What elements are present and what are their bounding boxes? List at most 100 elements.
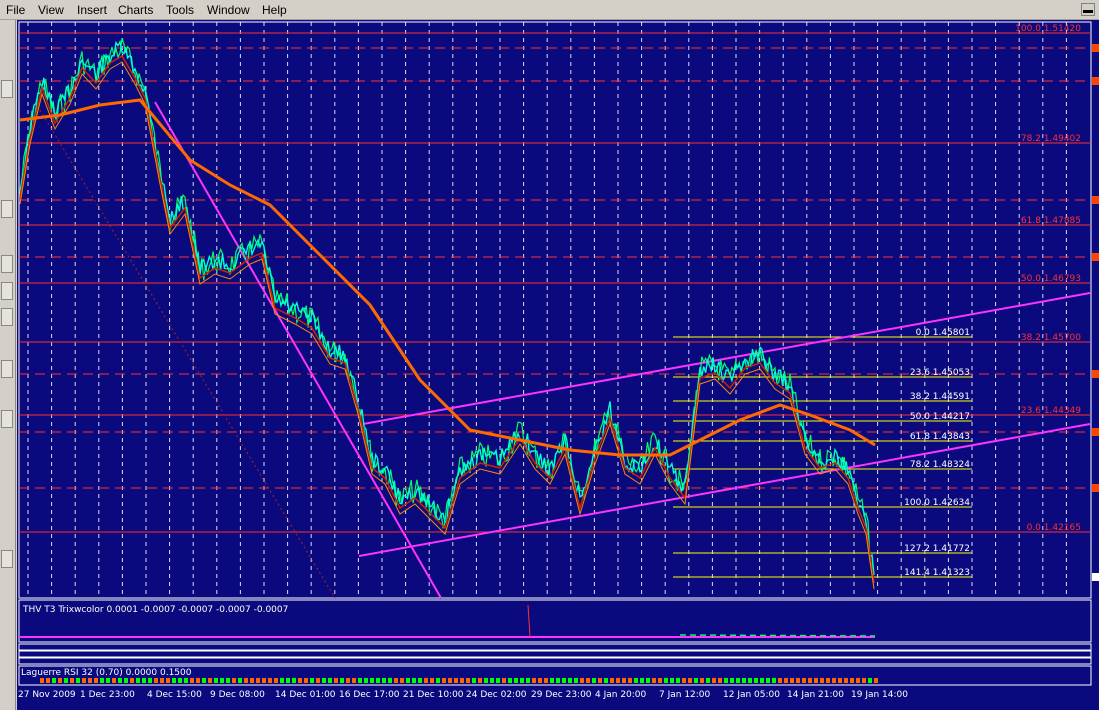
laguerre-bar [658,678,662,683]
laguerre-bar [46,678,50,683]
fib-level-label: 50.0 1.46793 [1021,274,1081,284]
laguerre-bar [634,678,638,683]
toolbar-button[interactable] [1,200,13,218]
laguerre-bar [376,678,380,683]
laguerre-bar [268,678,272,683]
menu-view[interactable]: View [38,3,64,17]
laguerre-bar [484,678,488,683]
fib-mid-label: 127.2 1.41772 [904,544,970,554]
laguerre-bar [532,678,536,683]
laguerre-bar [148,678,152,683]
laguerre-bar [724,678,728,683]
laguerre-bar [796,678,800,683]
laguerre-bar [490,678,494,683]
laguerre-bar [196,678,200,683]
laguerre-bar [832,678,836,683]
minimize-icon [1083,10,1093,13]
axis-marker [1092,484,1099,492]
laguerre-bar [784,678,788,683]
laguerre-bar [106,678,110,683]
laguerre-bar [118,678,122,683]
laguerre-bar [292,678,296,683]
laguerre-bar [142,678,146,683]
time-axis-label: 14 Dec 01:00 [275,690,336,700]
current-price-marker [1092,573,1099,581]
axis-marker [1092,44,1099,52]
laguerre-bar [748,678,752,683]
time-axis-label: 19 Jan 14:00 [851,690,908,700]
minimize-button[interactable] [1081,3,1095,16]
chart-window[interactable]: 100.0 1.51420 78.2 1.49402 61.8 1.47885 50.… [17,20,1099,710]
laguerre-bar [586,678,590,683]
menu-help[interactable]: Help [262,3,287,17]
time-axis-label: 24 Dec 02:00 [466,690,527,700]
laguerre-bar [460,678,464,683]
toolbar-button[interactable] [1,80,13,98]
laguerre-bar [328,678,332,683]
toolbar-button[interactable] [1,550,13,568]
laguerre-bar [694,678,698,683]
fib-mid-label: 50.0 1.44217 [910,412,970,422]
laguerre-bar [406,678,410,683]
laguerre-bar [274,678,278,683]
laguerre-bar [430,678,434,683]
laguerre-bar [214,678,218,683]
laguerre-bar [550,678,554,683]
laguerre-bar [424,678,428,683]
laguerre-bar [76,678,80,683]
laguerre-bar [610,678,614,683]
laguerre-bar [304,678,308,683]
laguerre-bar [808,678,812,683]
laguerre-bar [172,678,176,683]
toolbar-button[interactable] [1,360,13,378]
fib-level-label: 38.2 1.45700 [1021,333,1081,343]
laguerre-bar [616,678,620,683]
indicator1-label: THV T3 Trixwcolor 0.0001 -0.0007 -0.0007… [22,605,288,615]
left-toolbar [0,20,16,710]
toolbar-button[interactable] [1,410,13,428]
laguerre-bar [52,678,56,683]
toolbar-button[interactable] [1,308,13,326]
laguerre-bar [388,678,392,683]
toolbar-button[interactable] [1,255,13,273]
laguerre-bar [496,678,500,683]
menu-window[interactable]: Window [207,3,250,17]
laguerre-bar [190,678,194,683]
laguerre-bar [790,678,794,683]
menu-bar: File View Insert Charts Tools Window Hel… [0,0,1099,20]
menu-tools[interactable]: Tools [166,3,194,17]
laguerre-bar [700,678,704,683]
laguerre-bar [316,678,320,683]
laguerre-bar [220,678,224,683]
laguerre-bar [166,678,170,683]
price-chart[interactable]: 100.0 1.51420 78.2 1.49402 61.8 1.47885 50.… [17,20,1099,710]
menu-insert[interactable]: Insert [77,3,107,17]
fib-level-label: 0.0 1.42165 [1027,523,1081,533]
laguerre-bar [352,678,356,683]
laguerre-bar [544,678,548,683]
menu-file[interactable]: File [6,3,25,17]
laguerre-bar [286,678,290,683]
time-axis-label: 1 Dec 23:00 [80,690,135,700]
laguerre-bar [340,678,344,683]
laguerre-bar [628,678,632,683]
laguerre-bar [778,678,782,683]
laguerre-bar [238,678,242,683]
toolbar-button[interactable] [1,282,13,300]
time-axis-label: 9 Dec 08:00 [210,690,265,700]
indicator2-label: Laguerre RSI 32 (0.70) 0.0000 0.1500 [21,668,192,678]
time-axis-label: 16 Dec 17:00 [339,690,400,700]
fib-mid-label: 100.0 1.42634 [904,498,970,508]
laguerre-bar [838,678,842,683]
laguerre-bar [310,678,314,683]
laguerre-bar [874,678,878,683]
laguerre-bar [676,678,680,683]
laguerre-bar [502,678,506,683]
laguerre-bar [538,678,542,683]
laguerre-bar [526,678,530,683]
laguerre-bar [370,678,374,683]
time-axis-label: 7 Jan 12:00 [659,690,711,700]
laguerre-bar [802,678,806,683]
menu-charts[interactable]: Charts [118,3,153,17]
axis-marker [1092,253,1099,261]
